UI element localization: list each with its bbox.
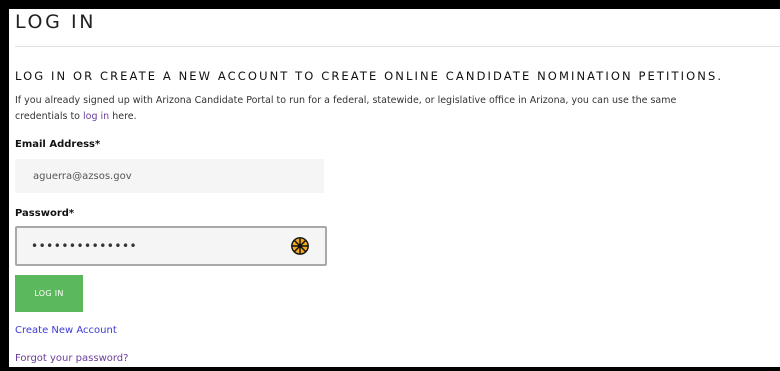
intro-line-2: credentials to log in here. bbox=[15, 109, 780, 125]
create-account-link[interactable]: Create New Account bbox=[15, 325, 117, 336]
email-field[interactable] bbox=[15, 159, 324, 193]
intro-line-1: If you already signed up with Arizona Ca… bbox=[15, 95, 677, 106]
page-title: LOG IN bbox=[15, 11, 97, 33]
intro-login-link[interactable]: log in bbox=[83, 111, 109, 122]
forgot-password-link[interactable]: Forgot your password? bbox=[15, 353, 128, 364]
intro-text-after-link: here. bbox=[109, 111, 137, 122]
password-manager-icon[interactable] bbox=[291, 237, 309, 255]
title-divider bbox=[15, 46, 780, 47]
password-field-wrapper[interactable] bbox=[15, 226, 327, 266]
login-button[interactable]: LOG IN bbox=[15, 275, 83, 312]
page-subheading: LOG IN OR CREATE A NEW ACCOUNT TO CREATE… bbox=[15, 69, 724, 83]
login-page: LOG IN LOG IN OR CREATE A NEW ACCOUNT TO… bbox=[9, 9, 780, 367]
email-label: Email Address* bbox=[15, 139, 101, 150]
password-field[interactable] bbox=[17, 228, 287, 264]
password-label: Password* bbox=[15, 208, 75, 219]
intro-text: If you already signed up with Arizona Ca… bbox=[15, 93, 780, 125]
intro-text-before-link: credentials to bbox=[15, 111, 84, 122]
